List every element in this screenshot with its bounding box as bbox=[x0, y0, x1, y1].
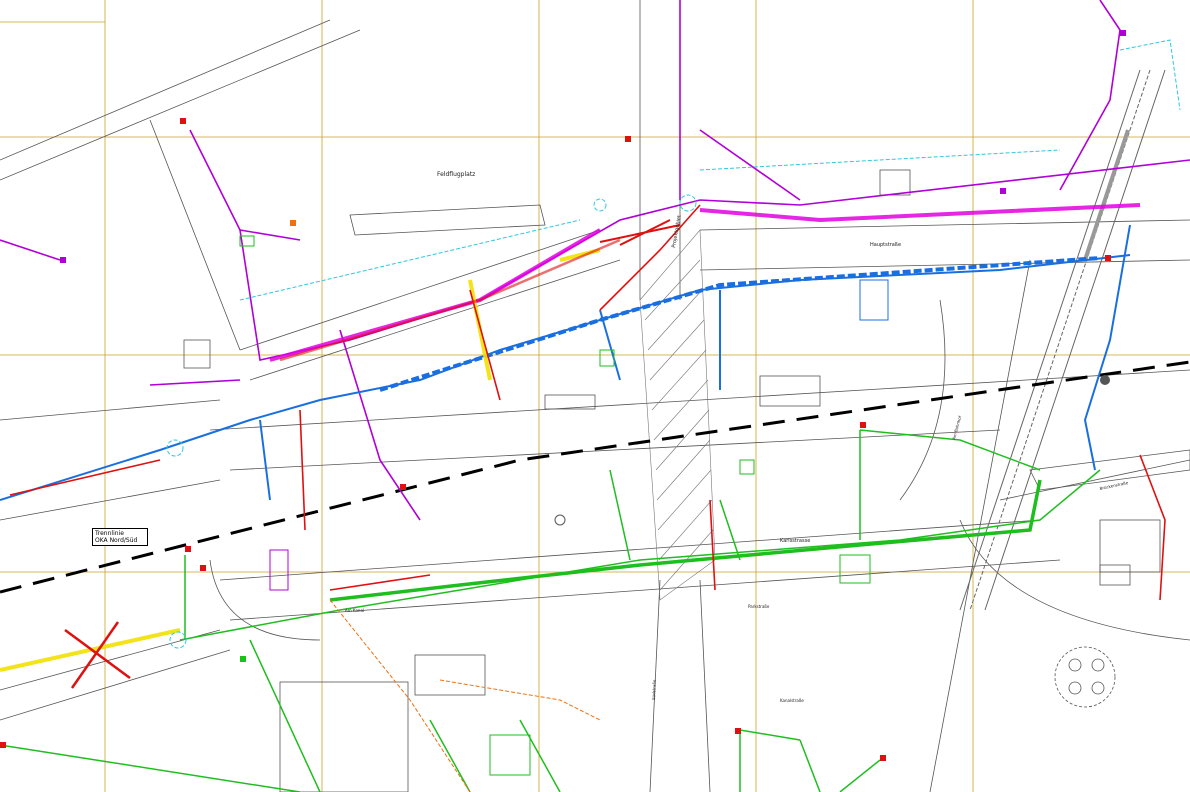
equipment-markers bbox=[0, 30, 1126, 776]
label-bahnhof: Am Bahnhof bbox=[951, 415, 962, 441]
label-suedstrasse: Südstraße bbox=[651, 679, 657, 700]
base-map bbox=[0, 0, 1190, 792]
label-am-kanal: Am Kanal bbox=[345, 608, 364, 613]
label-feldflugplatz: Feldflugplatz bbox=[437, 171, 475, 178]
label-hauptstrasse: Hauptstraße bbox=[870, 242, 901, 248]
legend-line-2: OKA Nord/Süd bbox=[95, 537, 138, 544]
division-line-legend: Trennlinie OKA Nord/Süd bbox=[92, 528, 148, 546]
network-yellow bbox=[0, 248, 601, 672]
railway-tracks bbox=[959, 69, 1166, 611]
label-kanalstrasse: Kanalstraße bbox=[780, 698, 804, 703]
label-projekt: Projektgebiet bbox=[671, 215, 683, 249]
label-karlsstrasse: Karlsstrasse bbox=[780, 538, 810, 544]
legend-line-1: Trennlinie bbox=[95, 530, 124, 537]
network-orange bbox=[329, 599, 601, 792]
network-purple bbox=[0, 0, 1190, 521]
street-labels: Feldflugplatz Hauptstraße Karlsstrasse B… bbox=[345, 171, 1129, 703]
site-plan-map: Feldflugplatz Hauptstraße Karlsstrasse B… bbox=[0, 0, 1190, 792]
network-green bbox=[0, 429, 1101, 792]
label-parkstrasse: Parkstraße bbox=[748, 604, 770, 609]
